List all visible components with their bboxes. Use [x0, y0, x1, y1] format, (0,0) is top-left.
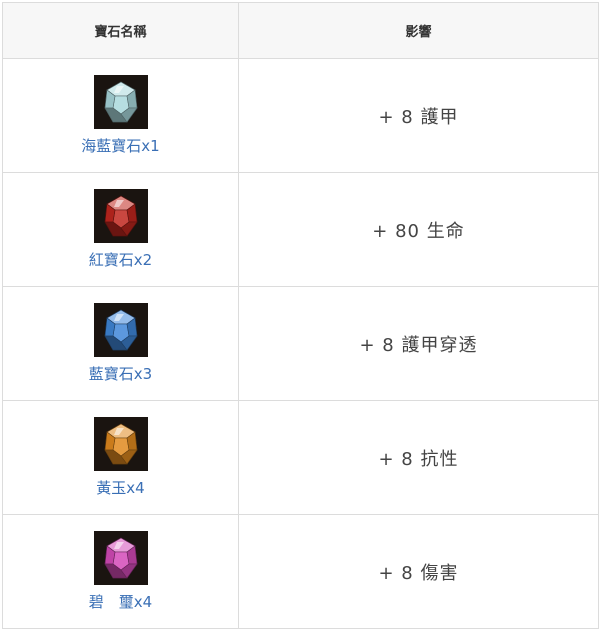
gem-effect-text: + 8 護甲穿透 — [359, 334, 478, 356]
gem-name-cell: 碧 璽x4 — [2, 514, 239, 629]
table-row: 黃玉x4 + 8 抗性 — [2, 400, 599, 515]
gem-effect-text: + 8 抗性 — [378, 448, 459, 470]
gem-name-cell: 黃玉x4 — [2, 400, 239, 515]
gem-name-cell: 海藍寶石x1 — [2, 58, 239, 173]
gem-effect-text: + 8 護甲 — [378, 106, 459, 128]
header-gem-name: 寶石名稱 — [2, 2, 239, 59]
tourmaline-gem-icon[interactable] — [93, 531, 148, 585]
gem-effect-text: + 80 生命 — [372, 220, 465, 242]
gem-effect-cell: + 8 傷害 — [238, 514, 599, 629]
header-row: 寶石名稱 影響 — [2, 2, 599, 59]
gem-name-cell: 紅寶石x2 — [2, 172, 239, 287]
aquamarine-gem-icon[interactable] — [93, 75, 148, 129]
table-row: 碧 璽x4 + 8 傷害 — [2, 514, 599, 629]
gem-effect-cell: + 8 護甲 — [238, 58, 599, 173]
gem-effect-cell: + 8 抗性 — [238, 400, 599, 515]
gem-name-cell: 藍寶石x3 — [2, 286, 239, 401]
gem-effect-cell: + 8 護甲穿透 — [238, 286, 599, 401]
table-row: 紅寶石x2 + 80 生命 — [2, 172, 599, 287]
gem-name-link[interactable]: 紅寶石x2 — [89, 249, 152, 270]
ruby-gem-icon[interactable] — [93, 189, 148, 243]
table-row: 藍寶石x3 + 8 護甲穿透 — [2, 286, 599, 401]
table-row: 海藍寶石x1 + 8 護甲 — [2, 58, 599, 173]
header-effect: 影響 — [238, 2, 599, 59]
gem-effects-table: 寶石名稱 影響 海藍寶石x1 + 8 護甲 紅寶石x2 + 80 生命 藍寶石x… — [2, 2, 599, 629]
gem-name-link[interactable]: 黃玉x4 — [96, 477, 144, 498]
table-body: 海藍寶石x1 + 8 護甲 紅寶石x2 + 80 生命 藍寶石x3 + 8 護甲… — [2, 58, 599, 629]
gem-name-link[interactable]: 藍寶石x3 — [89, 363, 152, 384]
gem-name-link[interactable]: 海藍寶石x1 — [81, 135, 159, 156]
gem-name-link[interactable]: 碧 璽x4 — [89, 591, 152, 612]
table-header: 寶石名稱 影響 — [2, 2, 599, 59]
topaz-gem-icon[interactable] — [93, 417, 148, 471]
gem-effect-text: + 8 傷害 — [378, 562, 459, 584]
gem-effect-cell: + 80 生命 — [238, 172, 599, 287]
sapphire-gem-icon[interactable] — [93, 303, 148, 357]
